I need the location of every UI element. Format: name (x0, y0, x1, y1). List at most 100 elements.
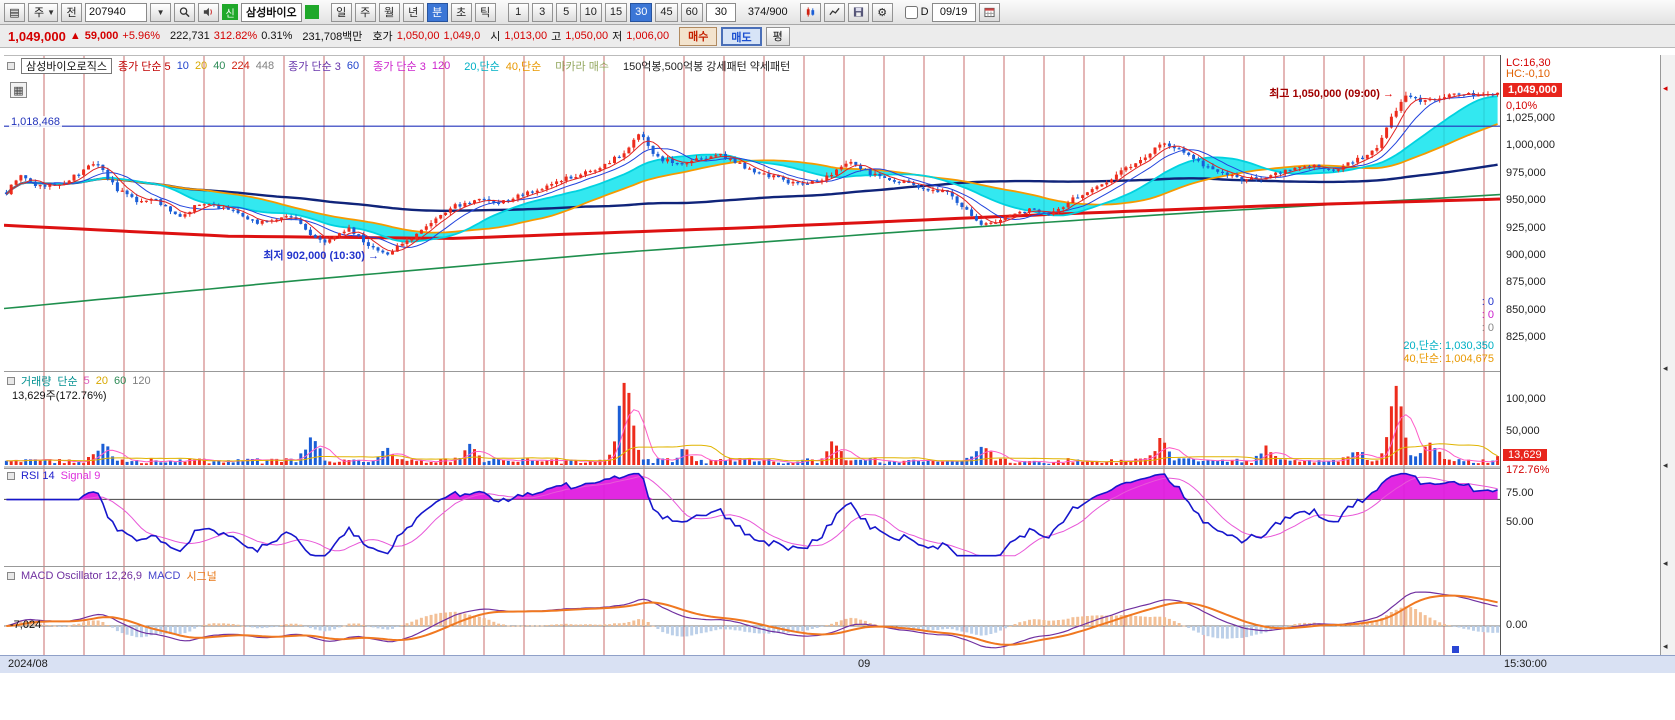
hc-label: HC:-0,10 (1506, 68, 1551, 80)
chart-toolbar: ▤ 주▼ 전 ▼ 신 삼성바이오 일 주 월 년 분 초 틱 1 3 5 10 … (0, 0, 1675, 25)
legend-item: 종가 단순 3 (373, 61, 426, 73)
pane-handle-icon[interactable] (7, 572, 15, 580)
chart-area[interactable]: 삼성바이오로직스 종가 단순 5 10 20 40 224 448 종가 단순 … (4, 55, 1500, 656)
current-price-badge: 1,049,000 (1503, 83, 1562, 97)
pane-resize-icon[interactable]: ◂ (1663, 460, 1668, 471)
credit-badge: 신 (222, 4, 239, 20)
code-dropdown-button[interactable]: ▼ (150, 2, 172, 22)
interval-input[interactable] (705, 2, 736, 22)
legend-item: 60 (346, 60, 360, 72)
legend-item: 20,단순 (464, 61, 500, 73)
settings-gear-icon[interactable]: ⚙ (871, 2, 893, 22)
ma40-value-label: 40,단순: 1,004,675 (1403, 353, 1494, 365)
minute-15-button[interactable]: 15 (604, 2, 628, 22)
macd-min-label: -7,024 (10, 619, 42, 631)
minute-10-button[interactable]: 10 (579, 2, 602, 22)
minute-45-button[interactable]: 45 (655, 2, 678, 22)
minute-3-button[interactable]: 3 (531, 2, 553, 22)
period-tick-button[interactable]: 틱 (474, 2, 496, 22)
minute-60-button[interactable]: 60 (680, 2, 703, 22)
volume-axis-label: 100,000 (1506, 393, 1546, 405)
trendline-tool-icon[interactable] (823, 2, 845, 22)
legend-item: 150억봉,500억봉 강세패턴 약세패턴 (622, 61, 791, 73)
d-label: D (920, 6, 929, 18)
period-year-button[interactable]: 년 (402, 2, 424, 22)
bid-price: 1,049,0 (443, 30, 481, 42)
open-label: 시 (490, 31, 501, 43)
legend-item: 5 (83, 375, 90, 387)
price-axis-label: 825,000 (1506, 331, 1546, 343)
price-chart[interactable] (4, 56, 1500, 371)
price-axis-label: 900,000 (1506, 249, 1546, 261)
pane-resize-icon[interactable]: ◂ (1663, 558, 1668, 569)
legend-item: 20 (95, 375, 108, 387)
calendar-icon[interactable] (978, 2, 1000, 22)
period-week-button[interactable]: 주 (354, 2, 376, 22)
time-axis-left-label: 2024/08 (8, 658, 48, 670)
price-axis-label: 875,000 (1506, 276, 1546, 288)
hoga-label: 호가 (372, 31, 393, 43)
price-change: 59,000 (84, 30, 119, 42)
save-icon[interactable] (847, 2, 869, 22)
stock-flag-icon (304, 5, 319, 19)
volume-current-badge: 13,629 (1503, 449, 1547, 461)
chart-scrollbar[interactable]: ◂ ◂ ◂ ◂ ◂ (1660, 55, 1675, 655)
current-price: 1,049,000 (8, 28, 66, 44)
search-icon[interactable] (174, 2, 196, 22)
price-axis-label: 1,000,000 (1506, 139, 1555, 151)
legend-item: 종가 단순 5 (117, 61, 171, 73)
up-arrow-icon: ▲ (69, 30, 81, 42)
prev-close-label: 1,018,468 (9, 116, 62, 128)
period-type-dropdown[interactable]: 주 ▼ (28, 2, 59, 22)
buy-button[interactable]: 매수 (679, 26, 718, 46)
period-day-button[interactable]: 일 (330, 2, 352, 22)
pane-resize-icon[interactable]: ◂ (1663, 363, 1668, 374)
scroll-marker-icon[interactable]: ◂ (1663, 83, 1668, 94)
pane-resize-icon[interactable]: ◂ (1663, 641, 1668, 652)
legend-item: 종가 단순 3 (288, 61, 341, 73)
time-axis[interactable]: 2024/08 09 15:30:00 (0, 655, 1675, 673)
macd-chart[interactable] (4, 566, 1500, 656)
volume-current-pct: 172.76% (1506, 464, 1550, 476)
legend-item: 60 (114, 375, 127, 387)
prev-stock-button[interactable]: 전 (61, 2, 83, 22)
chart-stock-title: 삼성바이오로직스 (21, 58, 112, 74)
avg-button[interactable]: 평 (765, 26, 790, 46)
pane-handle-icon[interactable] (7, 62, 15, 70)
stock-name-box[interactable]: 삼성바이오 (241, 2, 302, 22)
legend-item: 10 (176, 60, 189, 72)
volume-axis-label: 50,000 (1506, 425, 1540, 437)
legend-item: MACD (148, 570, 181, 582)
stock-code-input[interactable] (85, 2, 148, 22)
date-input[interactable] (931, 2, 976, 22)
volume-current-label: 13,629주(172.76%) (12, 390, 107, 402)
right-arrow-icon: → (1383, 88, 1394, 100)
pane-handle-icon[interactable] (7, 377, 15, 385)
rsi-chart[interactable] (4, 468, 1500, 566)
legend-item: 120 (132, 375, 151, 387)
d-checkbox[interactable] (904, 5, 918, 19)
sell-button[interactable]: 매도 (721, 26, 762, 46)
current-price-pct: 0,10% (1506, 100, 1538, 112)
minute-30-button[interactable]: 30 (630, 2, 653, 22)
candle-style-icon[interactable] (799, 2, 821, 22)
volume-chart[interactable] (4, 371, 1500, 468)
period-month-button[interactable]: 월 (378, 2, 400, 22)
period-second-button[interactable]: 초 (450, 2, 472, 22)
bottom-spacer (0, 673, 1675, 720)
price-axis: LC:16,30 HC:-0,10 1,049,000 0,10% 1,025,… (1500, 55, 1660, 655)
speaker-icon[interactable] (198, 2, 220, 22)
rsi-pane-legend: RSI 14 Signal 9 (7, 470, 100, 482)
turnover-ratio: 0.31% (261, 30, 293, 42)
indicator-zero-label: : 0 (1481, 296, 1494, 308)
legend-item: Signal 9 (60, 470, 101, 482)
bar-counter: 374/900 (747, 6, 788, 18)
pane-handle-icon[interactable] (7, 472, 15, 480)
window-icon[interactable]: ▤ (4, 2, 25, 22)
minute-5-button[interactable]: 5 (555, 2, 577, 22)
period-minute-button[interactable]: 분 (426, 2, 448, 22)
quote-strip: 1,049,000 ▲ 59,000 +5.96% 222,731 312.82… (0, 25, 1675, 48)
minute-1-button[interactable]: 1 (507, 2, 529, 22)
volume-ratio: 312.82% (213, 30, 258, 42)
grid-tool-icon[interactable]: ▦ (10, 82, 27, 98)
